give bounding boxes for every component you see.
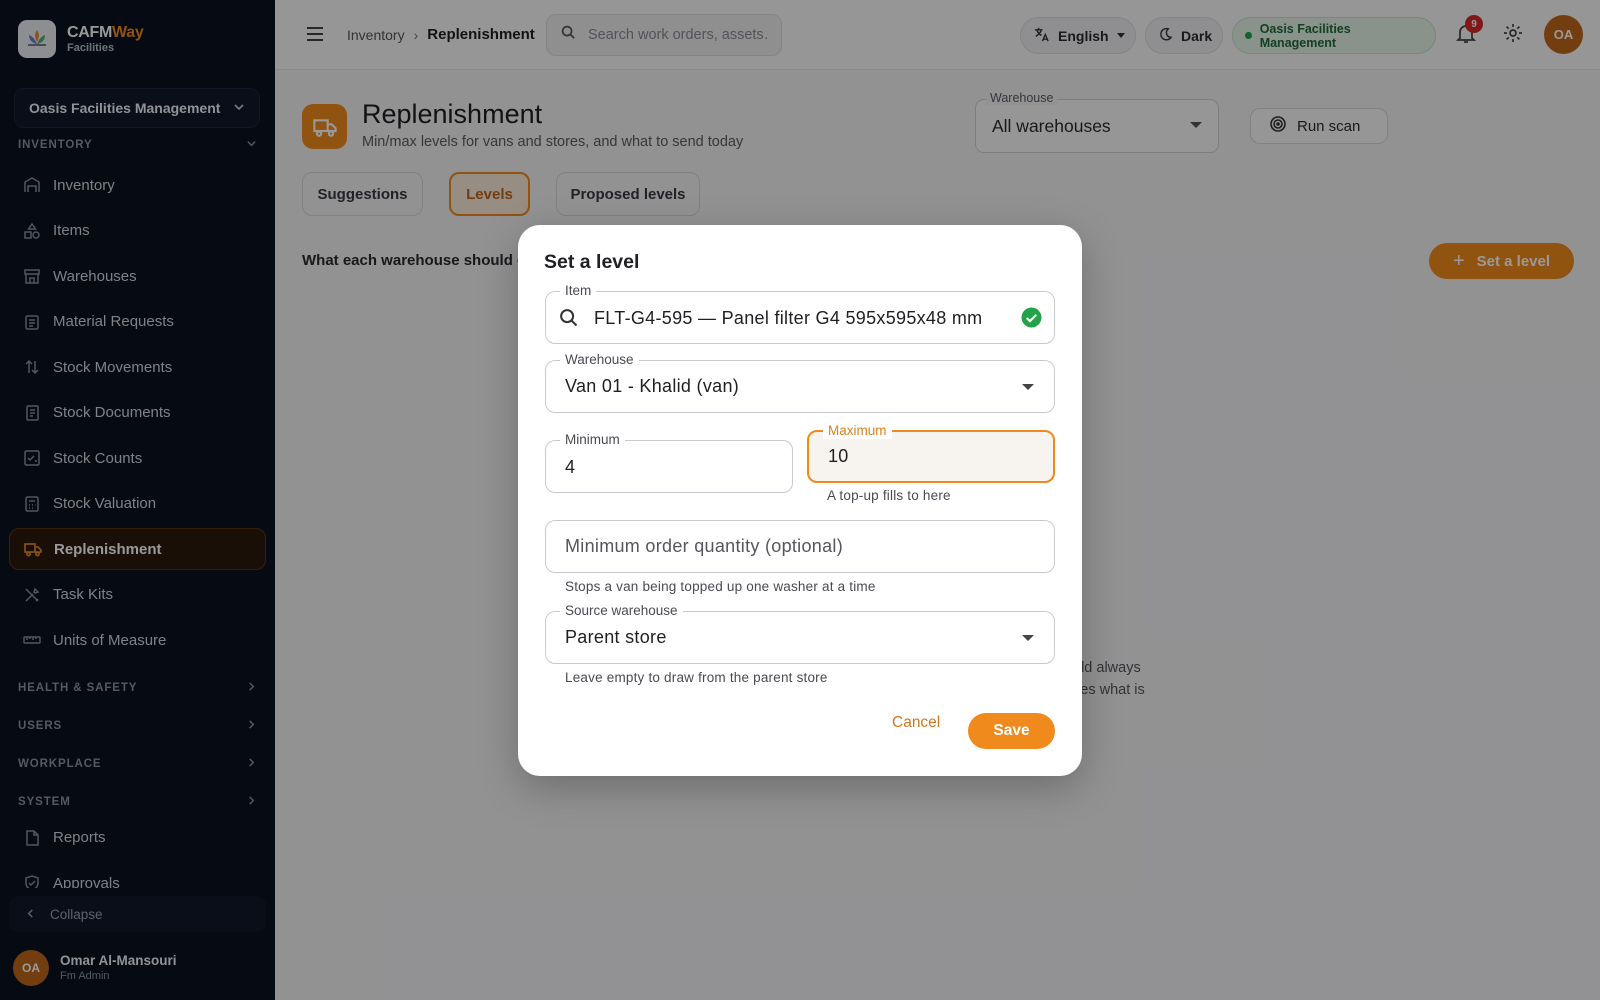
maximum-field-value: 10 [828,446,849,466]
item-field-value: FLT-G4-595 — Panel filter G4 595x595x48 … [594,308,983,328]
warehouse-field[interactable]: Warehouse Van 01 - Khalid (van) [545,352,1055,413]
maximum-field[interactable]: Maximum 10 [807,423,1055,483]
item-field[interactable]: Item FLT-G4-595 — Panel filter G4 595x59… [545,283,1055,344]
dialog-title: Set a level [544,251,640,273]
source-warehouse-label: Source warehouse [560,603,683,619]
warehouse-field-label: Warehouse [560,352,639,368]
caret-down-icon [1022,635,1034,641]
minimum-field[interactable]: Minimum 4 [545,432,793,493]
min-order-quantity-field[interactable]: Minimum order quantity (optional) [545,520,1055,573]
min-order-quantity-placeholder: Minimum order quantity (optional) [565,536,844,556]
cancel-button[interactable]: Cancel [892,714,940,732]
maximum-helper-text: A top-up fills to here [827,488,951,503]
source-warehouse-helper: Leave empty to draw from the parent stor… [565,670,828,685]
caret-down-icon [1022,384,1034,390]
minimum-field-label: Minimum [560,432,625,448]
check-circle-icon [1021,307,1042,333]
minimum-field-value: 4 [565,457,576,477]
item-field-label: Item [560,283,597,299]
warehouse-field-value: Van 01 - Khalid (van) [565,376,740,396]
save-button[interactable]: Save [968,713,1055,749]
source-warehouse-value: Parent store [565,627,667,647]
search-icon [559,308,579,333]
set-level-dialog: Set a level Item FLT-G4-595 — Panel filt… [518,225,1082,776]
source-warehouse-field[interactable]: Source warehouse Parent store [545,603,1055,664]
min-order-quantity-helper: Stops a van being topped up one washer a… [565,579,876,594]
maximum-field-label: Maximum [823,423,892,439]
